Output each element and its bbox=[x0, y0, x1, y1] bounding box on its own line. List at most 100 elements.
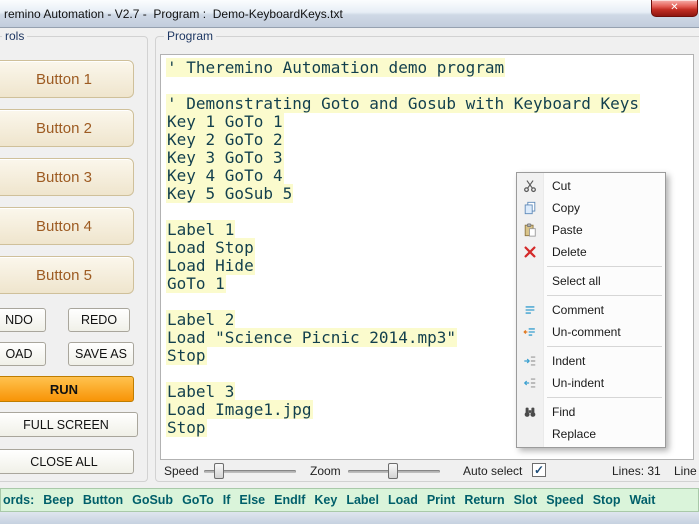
code-text: ' Theremino Automation demo program bbox=[166, 58, 506, 77]
code-line[interactable]: Key 1 GoTo 1 bbox=[166, 112, 693, 131]
menu-item-label: Find bbox=[552, 405, 576, 419]
speed-label: Speed bbox=[164, 464, 199, 478]
menu-item-replace[interactable]: Replace bbox=[517, 423, 665, 445]
keyword: Else bbox=[239, 493, 266, 507]
menu-item-delete[interactable]: Delete bbox=[517, 241, 665, 263]
keyword: Slot bbox=[513, 493, 538, 507]
save-as-button[interactable]: SAVE AS bbox=[68, 342, 134, 366]
menu-item-paste[interactable]: Paste bbox=[517, 219, 665, 241]
menu-item-cut[interactable]: Cut bbox=[517, 175, 665, 197]
keyword: Speed bbox=[546, 493, 584, 507]
code-text: Stop bbox=[166, 418, 207, 437]
keyword: Button bbox=[82, 493, 124, 507]
code-line[interactable]: ' Theremino Automation demo program bbox=[166, 58, 693, 77]
comment-icon bbox=[517, 303, 543, 317]
zoom-slider[interactable] bbox=[348, 463, 440, 479]
button-1[interactable]: Button 1 bbox=[0, 60, 134, 98]
copy-icon bbox=[517, 201, 543, 215]
line-indicator: Line bbox=[674, 464, 697, 478]
menu-item-un-comment[interactable]: Un-comment bbox=[517, 321, 665, 343]
keyword: Wait bbox=[629, 493, 656, 507]
indent-icon bbox=[517, 354, 543, 368]
code-text: Key 1 GoTo 1 bbox=[166, 112, 284, 131]
code-line[interactable]: ' Demonstrating Goto and Gosub with Keyb… bbox=[166, 94, 693, 113]
menu-item-label: Delete bbox=[552, 245, 587, 259]
button-3[interactable]: Button 3 bbox=[0, 158, 134, 196]
keyword: Stop bbox=[592, 493, 621, 507]
menu-item-label: Paste bbox=[552, 223, 583, 237]
code-text: Label 1 bbox=[166, 220, 236, 239]
code-text: GoTo 1 bbox=[166, 274, 226, 293]
code-text: Key 3 GoTo 3 bbox=[166, 148, 284, 167]
menu-item-un-indent[interactable]: Un-indent bbox=[517, 372, 665, 394]
menu-separator bbox=[547, 295, 662, 296]
code-text: Label 3 bbox=[166, 382, 236, 401]
keyword: Load bbox=[387, 493, 418, 507]
code-text: Load "Science Picnic 2014.mp3" bbox=[166, 328, 457, 347]
keyword: If bbox=[222, 493, 231, 507]
close-all-button[interactable]: CLOSE ALL bbox=[0, 449, 134, 474]
code-text: Load Image1.jpg bbox=[166, 400, 313, 419]
code-text: Load Hide bbox=[166, 256, 255, 275]
program-panel-label: Program bbox=[164, 29, 217, 43]
full-screen-button[interactable]: FULL SCREEN bbox=[0, 412, 138, 437]
button-2[interactable]: Button 2 bbox=[0, 109, 134, 147]
menu-item-select-all[interactable]: Select all bbox=[517, 270, 665, 292]
code-line[interactable]: Key 3 GoTo 3 bbox=[166, 148, 693, 167]
keywords-prefix: ords: bbox=[3, 493, 35, 507]
menu-item-label: Cut bbox=[552, 179, 571, 193]
context-menu: Cut Copy Paste Delete Select all Comment Un-co… bbox=[516, 172, 666, 448]
keyword: Label bbox=[346, 493, 379, 507]
close-button[interactable]: ✕ bbox=[651, 0, 698, 17]
code-text: ' Demonstrating Goto and Gosub with Keyb… bbox=[166, 94, 641, 113]
find-icon bbox=[517, 405, 543, 419]
code-text: Label 2 bbox=[166, 310, 236, 329]
zoom-slider-thumb[interactable] bbox=[388, 463, 398, 479]
menu-separator bbox=[547, 397, 662, 398]
keyword: GoTo bbox=[182, 493, 214, 507]
menu-separator bbox=[547, 266, 662, 267]
menu-item-copy[interactable]: Copy bbox=[517, 197, 665, 219]
code-text: Key 2 GoTo 2 bbox=[166, 130, 284, 149]
keyword: EndIf bbox=[274, 493, 306, 507]
speed-slider-thumb[interactable] bbox=[214, 463, 224, 479]
code-line[interactable]: Key 2 GoTo 2 bbox=[166, 130, 693, 149]
zoom-label: Zoom bbox=[310, 464, 341, 478]
keyword: Print bbox=[426, 493, 456, 507]
code-line[interactable] bbox=[166, 77, 693, 95]
keyword: Beep bbox=[43, 493, 74, 507]
redo-button[interactable]: REDO bbox=[68, 308, 130, 332]
button-5[interactable]: Button 5 bbox=[0, 256, 134, 294]
keywords-bar: ords: Beep Button GoSub GoTo If Else EndIf Key L… bbox=[0, 488, 699, 512]
menu-item-label: Un-indent bbox=[552, 376, 605, 390]
lines-count: Lines: 31 bbox=[612, 464, 661, 478]
auto-select-label: Auto select bbox=[463, 464, 523, 478]
menu-item-indent[interactable]: Indent bbox=[517, 350, 665, 372]
code-text: Stop bbox=[166, 346, 207, 365]
auto-select-checkbox[interactable]: ✓ bbox=[532, 463, 546, 477]
run-button[interactable]: RUN bbox=[0, 376, 134, 402]
menu-separator bbox=[547, 346, 662, 347]
menu-item-label: Copy bbox=[552, 201, 581, 215]
scissors-icon bbox=[517, 179, 543, 193]
menu-item-label: Replace bbox=[552, 427, 597, 441]
controls-panel-label: rols bbox=[2, 29, 28, 43]
keywords-list: Beep Button GoSub GoTo If Else EndIf Key Label Lo… bbox=[34, 493, 655, 507]
menu-item-comment[interactable]: Comment bbox=[517, 299, 665, 321]
code-text: Load Stop bbox=[166, 238, 255, 257]
undo-button[interactable]: NDO bbox=[0, 308, 46, 332]
speed-slider[interactable] bbox=[204, 463, 296, 479]
button-4[interactable]: Button 4 bbox=[0, 207, 134, 245]
menu-item-label: Comment bbox=[552, 303, 605, 317]
keyword: Return bbox=[464, 493, 505, 507]
titlebar[interactable]: remino Automation - V2.7 - Program : Dem… bbox=[0, 0, 699, 28]
editor-footer: Speed Zoom Auto select ✓ Lines: 31 Line bbox=[160, 462, 697, 480]
delete-icon bbox=[517, 245, 543, 259]
window-title: remino Automation - V2.7 - Program : Dem… bbox=[4, 7, 343, 21]
code-text: Key 4 GoTo 4 bbox=[166, 166, 284, 185]
unindent-icon bbox=[517, 376, 543, 390]
code-text: Key 5 GoSub 5 bbox=[166, 184, 294, 203]
uncomment-icon bbox=[517, 325, 543, 339]
menu-item-find[interactable]: Find bbox=[517, 401, 665, 423]
load-button[interactable]: OAD bbox=[0, 342, 46, 366]
